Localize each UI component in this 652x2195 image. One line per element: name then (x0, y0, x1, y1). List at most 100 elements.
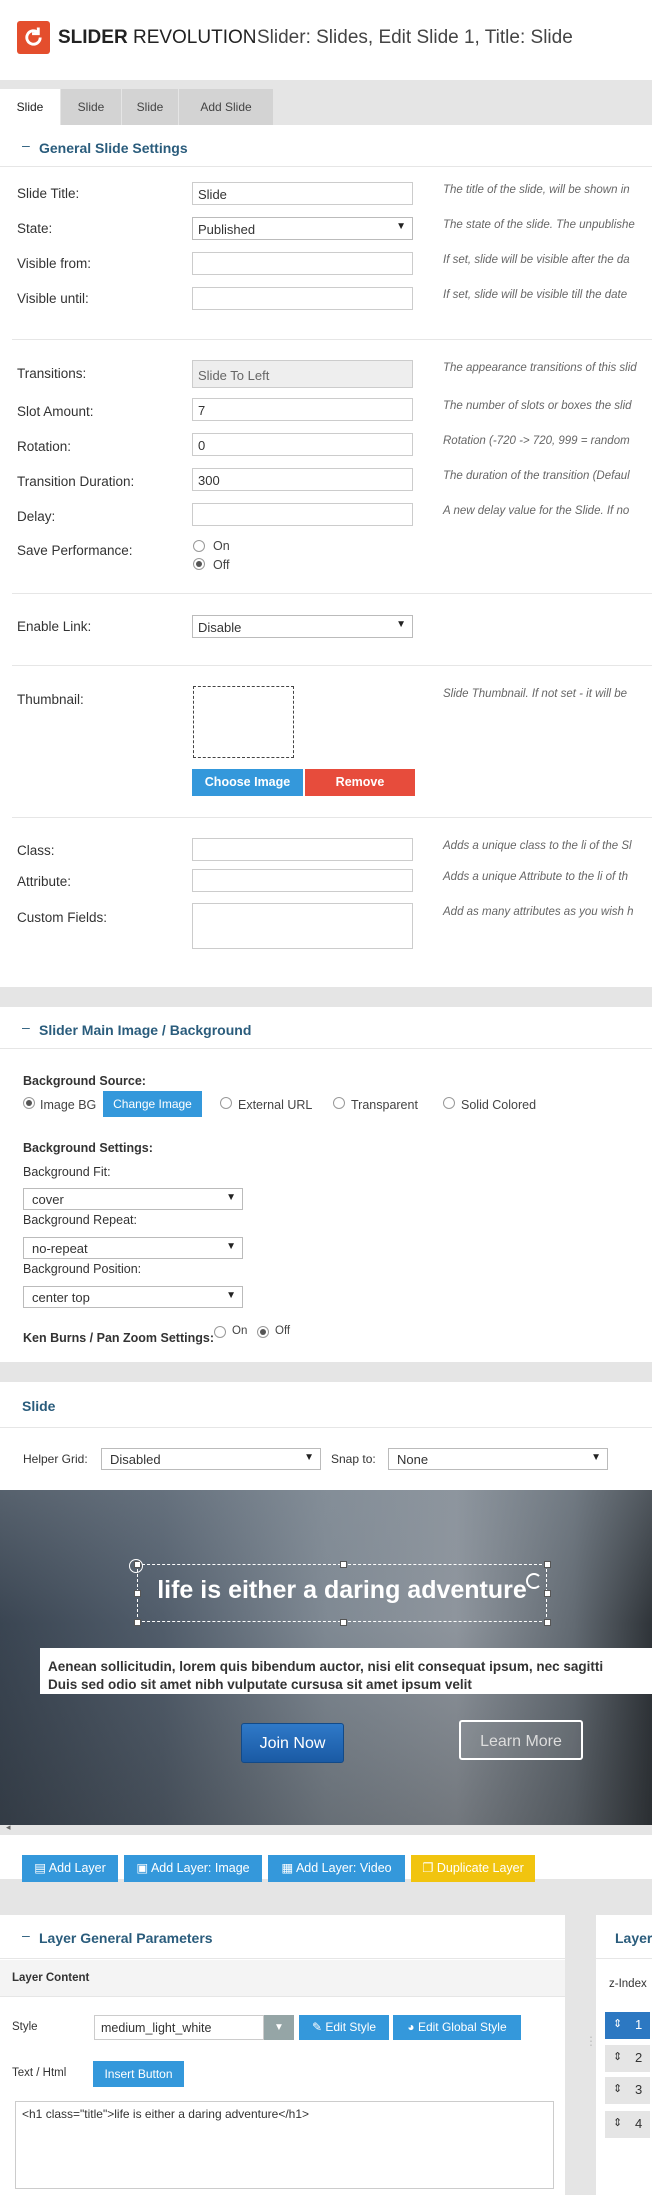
dropdown-arrow-icon: ▼ (304, 1452, 314, 1463)
save-performance-off-radio[interactable] (193, 558, 205, 570)
style-dropdown-button[interactable]: ▼ (264, 2015, 294, 2040)
dropdown-arrow-icon: ▼ (396, 619, 406, 630)
external-url-label: External URL (238, 1098, 313, 1112)
resize-handle[interactable] (134, 1590, 141, 1597)
solid-colored-radio[interactable] (443, 1097, 455, 1109)
section-title: Slide (22, 1398, 56, 1414)
image-bg-radio[interactable] (23, 1097, 35, 1109)
external-url-radio[interactable] (220, 1097, 232, 1109)
duplicate-icon: ❐ (422, 1861, 437, 1875)
join-now-layer-button[interactable]: Join Now (241, 1723, 344, 1763)
divider (12, 665, 652, 666)
resize-handle[interactable] (544, 1619, 551, 1626)
enable-link-label: Enable Link: (17, 619, 92, 634)
ken-burns-off-label: Off (275, 1325, 291, 1337)
collapse-icon[interactable]: – (22, 137, 30, 153)
state-label: State: (17, 221, 53, 236)
layer-html-textarea[interactable]: <h1 class="title">life is either a darin… (15, 2101, 554, 2189)
custom-fields-textarea[interactable] (192, 903, 413, 949)
style-input[interactable]: medium_light_white (94, 2015, 264, 2040)
image-icon: ▣ (136, 1861, 151, 1875)
title-layer-text[interactable]: life is either a daring adventure (137, 1576, 547, 1605)
move-handle-icon[interactable] (129, 1559, 143, 1573)
add-layer-button[interactable]: ▤ Add Layer (22, 1855, 118, 1882)
tab-slide-3[interactable]: Slide (122, 89, 178, 125)
visible-until-input[interactable] (192, 287, 413, 310)
paragraph-layer[interactable]: Aenean sollicitudin, lorem quis bibendum… (40, 1648, 652, 1694)
canvas-scrollbar[interactable]: ◂ (0, 1822, 652, 1835)
background-header[interactable]: – Slider Main Image / Background (0, 1007, 652, 1049)
layer-zindex-item[interactable]: ⇕ 1 (605, 2012, 650, 2039)
resize-handle[interactable] (340, 1561, 347, 1568)
collapse-icon[interactable]: – (22, 1927, 30, 1943)
slide-title-hint: The title of the slide, will be shown in (443, 184, 630, 196)
collapse-icon[interactable]: – (22, 1019, 30, 1035)
edit-global-style-button[interactable]: ◕ Edit Global Style (393, 2015, 521, 2040)
layer-zindex-item[interactable]: ⇕ 4 (605, 2111, 650, 2138)
slide-title-input[interactable]: Slide (192, 182, 413, 205)
tab-slide-1[interactable]: Slide (0, 89, 60, 125)
scroll-left-icon[interactable]: ◂ (6, 1822, 11, 1833)
ken-burns-off-radio[interactable] (257, 1326, 269, 1338)
delay-input[interactable] (192, 503, 413, 526)
tab-add-slide[interactable]: Add Slide (179, 89, 273, 125)
drag-handle-icon[interactable]: ⋮ (585, 2035, 597, 2063)
remove-thumbnail-button[interactable]: Remove (305, 769, 415, 796)
delay-hint: A new delay value for the Slide. If no (443, 505, 630, 517)
save-performance-on-label: On (213, 539, 230, 553)
class-input[interactable] (192, 838, 413, 861)
transparent-label: Transparent (351, 1098, 418, 1112)
layer-params-header[interactable]: – Layer General Parameters (0, 1915, 565, 1959)
slot-amount-hint: The number of slots or boxes the slid (443, 400, 632, 412)
tab-slide-2[interactable]: Slide (61, 89, 121, 125)
background-position-select[interactable]: center top ▼ (23, 1286, 243, 1308)
app-header: SLIDER REVOLUTION Slider: Slides, Edit S… (0, 0, 652, 80)
visible-from-hint: If set, slide will be visible after the … (443, 254, 630, 266)
add-image-layer-button[interactable]: ▣ Add Layer: Image (124, 1855, 262, 1882)
layer-zindex-item[interactable]: ⇕ 3 (605, 2077, 650, 2104)
state-select[interactable]: Published ▼ (192, 217, 413, 240)
resize-handle[interactable] (544, 1561, 551, 1568)
resize-handle[interactable] (544, 1590, 551, 1597)
transitions-label: Transitions: (17, 366, 87, 381)
helper-grid-select[interactable]: Disabled ▼ (101, 1448, 321, 1470)
transition-duration-input[interactable]: 300 (192, 468, 413, 491)
ken-burns-on-radio[interactable] (214, 1326, 226, 1338)
background-repeat-label: Background Repeat: (23, 1213, 137, 1227)
duplicate-layer-button[interactable]: ❐ Duplicate Layer (411, 1855, 535, 1882)
custom-fields-hint: Add as many attributes as you wish h (443, 906, 634, 918)
video-icon: ▦ (281, 1861, 296, 1875)
add-video-layer-button[interactable]: ▦ Add Layer: Video (268, 1855, 405, 1882)
background-fit-select[interactable]: cover ▼ (23, 1188, 243, 1210)
layers-panel-header: Layer (596, 1915, 652, 1959)
transparent-radio[interactable] (333, 1097, 345, 1109)
edit-style-button[interactable]: ✎ Edit Style (299, 2015, 389, 2040)
visible-from-input[interactable] (192, 252, 413, 275)
section-title: General Slide Settings (39, 140, 188, 156)
slot-amount-input[interactable]: 7 (192, 398, 413, 421)
section-title: Layer (615, 1930, 652, 1946)
insert-button-button[interactable]: Insert Button (93, 2061, 184, 2087)
choose-image-button[interactable]: Choose Image (192, 769, 303, 796)
resize-handle[interactable] (134, 1619, 141, 1626)
save-performance-on-radio[interactable] (193, 540, 205, 552)
general-settings-header[interactable]: – General Slide Settings (0, 125, 652, 167)
page-title: Slider: Slides, Edit Slide 1, Title: Sli… (257, 27, 573, 48)
background-repeat-select[interactable]: no-repeat ▼ (23, 1237, 243, 1259)
transitions-hint: The appearance transitions of this slid (443, 362, 637, 374)
attribute-input[interactable] (192, 869, 413, 892)
attribute-hint: Adds a unique Attribute to the li of th (443, 871, 628, 883)
thumbnail-preview[interactable] (193, 686, 294, 758)
transitions-input[interactable]: Slide To Left (192, 360, 413, 388)
chevron-down-icon: ▼ (274, 2022, 284, 2033)
thumbnail-label: Thumbnail: (17, 692, 84, 707)
resize-handle[interactable] (340, 1619, 347, 1626)
learn-more-layer-button[interactable]: Learn More (459, 1720, 583, 1760)
rotation-input[interactable]: 0 (192, 433, 413, 456)
rotate-handle-icon[interactable] (526, 1573, 542, 1589)
change-image-button[interactable]: Change Image (103, 1091, 202, 1117)
layer-zindex-item[interactable]: ⇕ 2 (605, 2045, 650, 2072)
enable-link-select[interactable]: Disable ▼ (192, 615, 413, 638)
snap-to-select[interactable]: None ▼ (388, 1448, 608, 1470)
thumbnail-hint: Slide Thumbnail. If not set - it will be (443, 688, 628, 700)
